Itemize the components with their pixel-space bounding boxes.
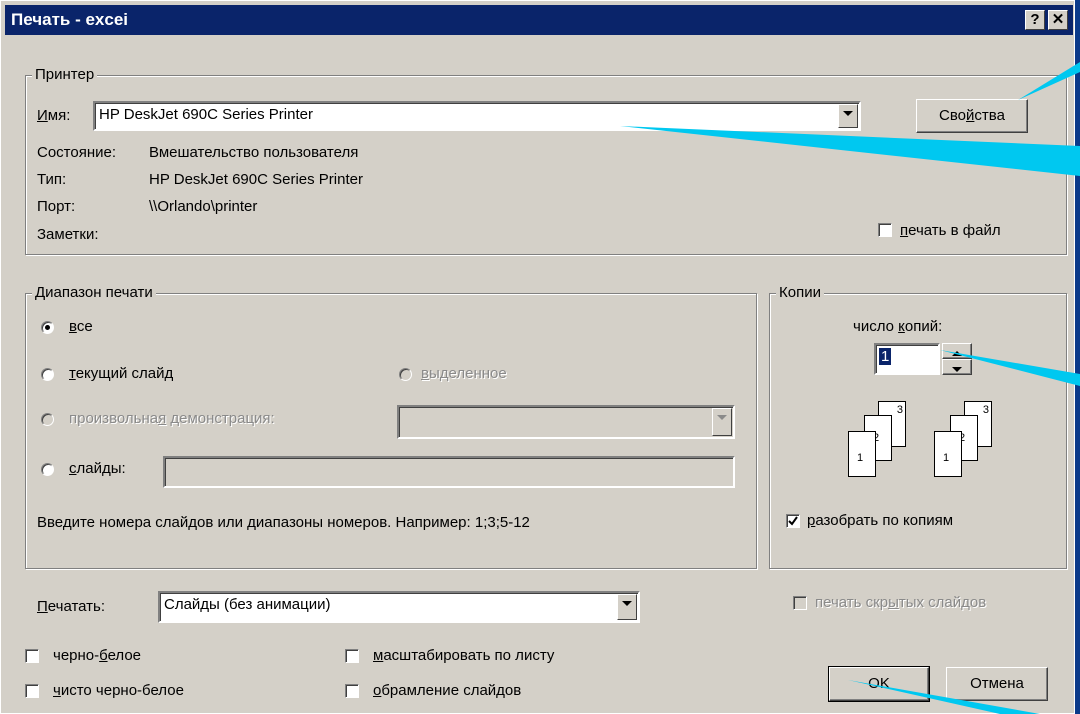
frame-label: обрамление слайдов bbox=[373, 682, 522, 699]
close-icon[interactable]: ✕ bbox=[1048, 10, 1068, 30]
printer-name-label: Имя: bbox=[37, 107, 71, 124]
range-selection-label: выделенное bbox=[421, 365, 507, 382]
frame-checkbox[interactable] bbox=[345, 684, 359, 698]
print-to-file-label: печать в файл bbox=[900, 222, 1001, 239]
range-custom-label: произвольная демонстрация: bbox=[69, 410, 275, 427]
status-label: Состояние: bbox=[37, 144, 117, 161]
chevron-down-icon[interactable] bbox=[838, 104, 858, 128]
slides-input[interactable] bbox=[163, 456, 735, 488]
range-current-label: текущий слайд bbox=[69, 365, 174, 382]
type-value: HP DeskJet 690C Series Printer bbox=[149, 171, 363, 188]
collate-label: разобрать по копиям bbox=[807, 512, 954, 529]
cancel-button[interactable]: Отмена bbox=[946, 667, 1048, 701]
range-hint: Введите номера слайдов или диапазоны ном… bbox=[37, 514, 530, 531]
page-number: 1 bbox=[857, 452, 864, 464]
collate-icon: 3 2 1 3 2 1 bbox=[846, 401, 1026, 481]
port-label: Порт: bbox=[37, 198, 76, 215]
print-dialog: Печать - excei ? ✕ Принтер Имя: HP DeskJ… bbox=[0, 0, 1075, 714]
chevron-down-icon[interactable] bbox=[712, 408, 732, 436]
range-current-radio[interactable] bbox=[41, 368, 54, 381]
range-all-radio[interactable] bbox=[41, 321, 54, 334]
printer-name-value: HP DeskJet 690C Series Printer bbox=[99, 106, 313, 123]
range-custom-radio[interactable] bbox=[41, 413, 54, 426]
page-number: 3 bbox=[982, 404, 989, 416]
print-hidden-label: печать скрытых слайдов bbox=[815, 594, 987, 611]
print-to-file-checkbox[interactable] bbox=[878, 223, 892, 237]
bw-checkbox[interactable] bbox=[25, 649, 39, 663]
spinner-down-button[interactable] bbox=[942, 359, 972, 375]
spinner-up-button[interactable] bbox=[942, 343, 972, 359]
copies-count-input[interactable]: 1 bbox=[874, 343, 940, 375]
chevron-down-icon[interactable] bbox=[617, 594, 637, 620]
page-number: 3 bbox=[896, 404, 903, 416]
collate-checkbox[interactable] bbox=[786, 514, 800, 528]
type-label: Тип: bbox=[37, 171, 67, 188]
pure-bw-label: чисто черно-белое bbox=[53, 682, 184, 699]
page-number: 1 bbox=[943, 452, 950, 464]
copies-legend: Копии bbox=[776, 284, 824, 301]
print-what-label: Печатать: bbox=[37, 598, 106, 615]
printer-name-dropdown[interactable]: HP DeskJet 690C Series Printer bbox=[93, 101, 861, 131]
status-value: Вмешательство пользователя bbox=[149, 144, 359, 161]
notes-label: Заметки: bbox=[37, 226, 99, 243]
print-what-dropdown[interactable]: Слайды (без анимации) bbox=[158, 591, 640, 623]
print-hidden-checkbox[interactable] bbox=[793, 596, 807, 610]
title-bar: Печать - excei ? ✕ bbox=[5, 5, 1073, 35]
ok-button[interactable]: OK bbox=[828, 666, 930, 702]
range-selection-radio[interactable] bbox=[399, 368, 412, 381]
port-value: \\Orlando\printer bbox=[149, 198, 258, 215]
scale-checkbox[interactable] bbox=[345, 649, 359, 663]
print-range-legend: Диапазон печати bbox=[32, 284, 156, 301]
range-slides-radio[interactable] bbox=[41, 463, 54, 476]
scale-label: масштабировать по листу bbox=[373, 647, 555, 664]
printer-legend: Принтер bbox=[32, 66, 98, 83]
bw-label: черно-белое bbox=[53, 647, 142, 664]
range-all-label: все bbox=[69, 318, 93, 335]
copies-count-value: 1 bbox=[879, 348, 892, 365]
print-what-value: Слайды (без анимации) bbox=[164, 596, 331, 613]
properties-button[interactable]: Свойства bbox=[916, 99, 1028, 133]
pure-bw-checkbox[interactable] bbox=[25, 684, 39, 698]
window-title: Печать - excei bbox=[11, 10, 128, 29]
copies-count-label: число копий: bbox=[853, 318, 943, 335]
help-icon[interactable]: ? bbox=[1025, 10, 1045, 30]
custom-show-dropdown[interactable] bbox=[397, 405, 735, 439]
range-slides-label: слайды: bbox=[69, 460, 126, 477]
